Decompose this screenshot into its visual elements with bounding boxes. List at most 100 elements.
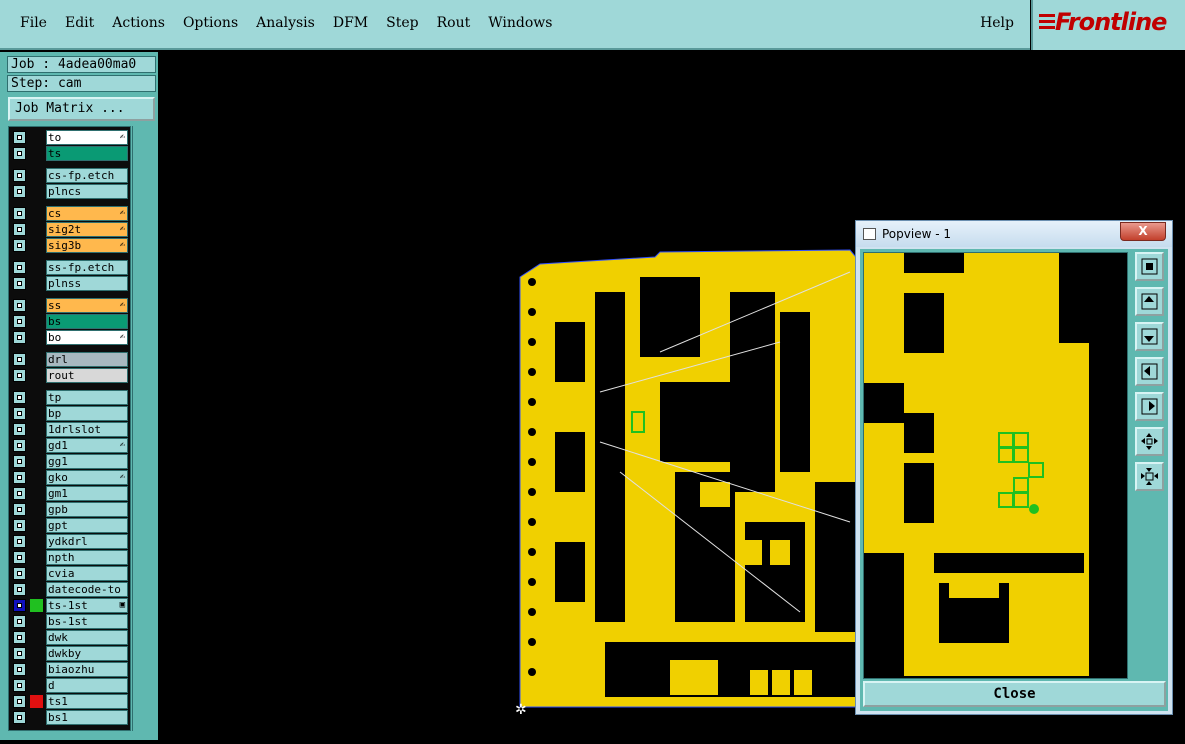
- layer-checkbox[interactable]: [13, 663, 26, 676]
- layer-name[interactable]: gm1: [46, 486, 128, 501]
- layer-checkbox[interactable]: [13, 147, 26, 160]
- layer-row-gg1[interactable]: gg1: [9, 454, 130, 469]
- layer-name[interactable]: gko ✍: [46, 470, 128, 485]
- layer-row-drl[interactable]: drl: [9, 352, 130, 367]
- layer-row-ts[interactable]: ts: [9, 146, 130, 161]
- layer-name[interactable]: ss-fp.etch: [46, 260, 128, 275]
- layer-name[interactable]: tp: [46, 390, 128, 405]
- layer-row-plncs[interactable]: plncs: [9, 184, 130, 199]
- layer-name[interactable]: 1drlslot: [46, 422, 128, 437]
- menu-edit[interactable]: Edit: [65, 15, 94, 31]
- layer-checkbox[interactable]: [13, 487, 26, 500]
- layer-name[interactable]: bs1: [46, 710, 128, 725]
- layer-checkbox[interactable]: [13, 647, 26, 660]
- layer-checkbox[interactable]: [13, 455, 26, 468]
- layer-row-bs1[interactable]: bs1: [9, 710, 130, 725]
- layer-row-cs[interactable]: cs ✍: [9, 206, 130, 221]
- layer-checkbox[interactable]: [13, 599, 26, 612]
- layer-color-swatch[interactable]: [30, 471, 43, 484]
- layer-checkbox[interactable]: [13, 407, 26, 420]
- layer-color-swatch[interactable]: [30, 223, 43, 236]
- layer-color-swatch[interactable]: [30, 407, 43, 420]
- layer-name[interactable]: plncs: [46, 184, 128, 199]
- menu-analysis[interactable]: Analysis: [256, 15, 315, 31]
- zoom-home-button[interactable]: [1135, 252, 1164, 281]
- layer-color-swatch[interactable]: [30, 169, 43, 182]
- layer-row-gd1[interactable]: gd1 ✍: [9, 438, 130, 453]
- layer-checkbox[interactable]: [13, 299, 26, 312]
- layer-checkbox[interactable]: [13, 711, 26, 724]
- layer-checkbox[interactable]: [13, 567, 26, 580]
- layer-name[interactable]: npth: [46, 550, 128, 565]
- layer-color-swatch[interactable]: [30, 663, 43, 676]
- layer-checkbox[interactable]: [13, 277, 26, 290]
- layer-name[interactable]: bo ✍: [46, 330, 128, 345]
- layer-checkbox[interactable]: [13, 331, 26, 344]
- layer-color-swatch[interactable]: [30, 423, 43, 436]
- layer-name[interactable]: bs: [46, 314, 128, 329]
- pan-left-button[interactable]: [1135, 357, 1164, 386]
- layer-checkbox[interactable]: [13, 535, 26, 548]
- layer-color-swatch[interactable]: [30, 599, 43, 612]
- layer-checkbox[interactable]: [13, 185, 26, 198]
- layer-checkbox[interactable]: [13, 131, 26, 144]
- layer-name[interactable]: ydkdrl: [46, 534, 128, 549]
- zoom-out-button[interactable]: [1135, 427, 1164, 456]
- layer-checkbox[interactable]: [13, 679, 26, 692]
- layer-color-swatch[interactable]: [30, 503, 43, 516]
- menu-options[interactable]: Options: [183, 15, 238, 31]
- pan-down-button[interactable]: [1135, 322, 1164, 351]
- layer-color-swatch[interactable]: [30, 239, 43, 252]
- layer-color-swatch[interactable]: [30, 679, 43, 692]
- layer-name[interactable]: ts1: [46, 694, 128, 709]
- layer-checkbox[interactable]: [13, 503, 26, 516]
- layer-checkbox[interactable]: [13, 261, 26, 274]
- layer-row-ts1[interactable]: ts1: [9, 694, 130, 709]
- layer-checkbox[interactable]: [13, 631, 26, 644]
- layer-color-swatch[interactable]: [30, 487, 43, 500]
- popview-canvas[interactable]: [863, 252, 1128, 679]
- pan-up-button[interactable]: [1135, 287, 1164, 316]
- layer-name[interactable]: plnss: [46, 276, 128, 291]
- layer-list-scrollbar[interactable]: [132, 126, 156, 731]
- layer-color-swatch[interactable]: [30, 647, 43, 660]
- layer-color-swatch[interactable]: [30, 299, 43, 312]
- layer-checkbox[interactable]: [13, 519, 26, 532]
- layer-row-gm1[interactable]: gm1: [9, 486, 130, 501]
- layer-row-rout[interactable]: rout: [9, 368, 130, 383]
- layer-name[interactable]: bp: [46, 406, 128, 421]
- layer-name[interactable]: gd1 ✍: [46, 438, 128, 453]
- menu-file[interactable]: File: [20, 15, 47, 31]
- layer-color-swatch[interactable]: [30, 131, 43, 144]
- layer-checkbox[interactable]: [13, 423, 26, 436]
- layer-name[interactable]: datecode-to: [46, 582, 128, 597]
- layer-row-ydkdrl[interactable]: ydkdrl: [9, 534, 130, 549]
- layer-checkbox[interactable]: [13, 207, 26, 220]
- popview-titlebar[interactable]: Popview - 1 X: [856, 221, 1172, 247]
- menu-dfm[interactable]: DFM: [333, 15, 368, 31]
- layer-checkbox[interactable]: [13, 239, 26, 252]
- layer-color-swatch[interactable]: [30, 331, 43, 344]
- layer-checkbox[interactable]: [13, 353, 26, 366]
- popview-close-button[interactable]: Close: [863, 681, 1166, 707]
- layer-color-swatch[interactable]: [30, 583, 43, 596]
- layer-color-swatch[interactable]: [30, 567, 43, 580]
- layer-color-swatch[interactable]: [30, 551, 43, 564]
- menu-step[interactable]: Step: [386, 15, 418, 31]
- layer-color-swatch[interactable]: [30, 439, 43, 452]
- layer-name[interactable]: ss ✍: [46, 298, 128, 313]
- layer-name[interactable]: gpb: [46, 502, 128, 517]
- layer-color-swatch[interactable]: [30, 315, 43, 328]
- layer-row-bp[interactable]: bp: [9, 406, 130, 421]
- layer-checkbox[interactable]: [13, 615, 26, 628]
- layer-checkbox[interactable]: [13, 551, 26, 564]
- menu-help[interactable]: Help: [980, 15, 1014, 31]
- layer-color-swatch[interactable]: [30, 261, 43, 274]
- layer-color-swatch[interactable]: [30, 631, 43, 644]
- layer-color-swatch[interactable]: [30, 207, 43, 220]
- layer-name[interactable]: sig3b ✍: [46, 238, 128, 253]
- layer-row-npth[interactable]: npth: [9, 550, 130, 565]
- menu-rout[interactable]: Rout: [437, 15, 471, 31]
- layer-checkbox[interactable]: [13, 369, 26, 382]
- layer-checkbox[interactable]: [13, 471, 26, 484]
